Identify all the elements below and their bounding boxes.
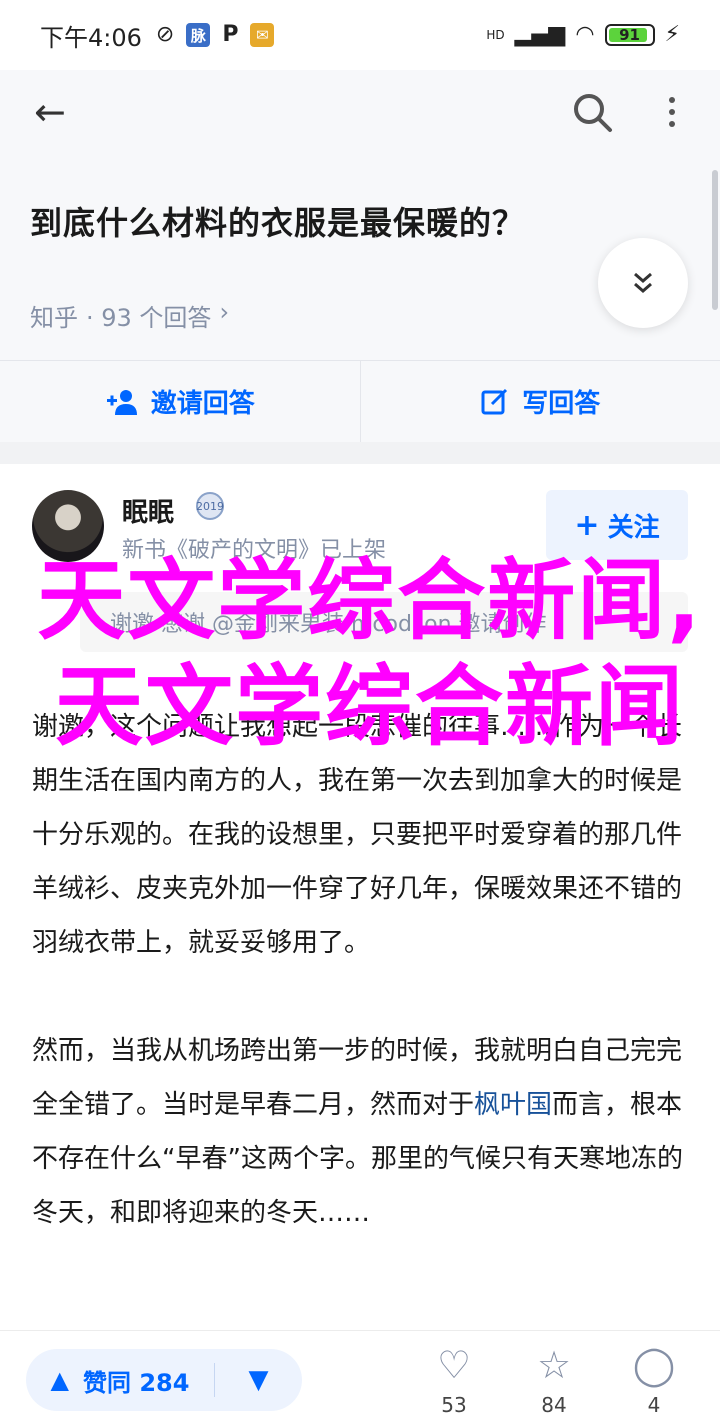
- question-title[interactable]: 到底什么材料的衣服是最保暖的？: [30, 198, 525, 244]
- back-arrow-icon[interactable]: ←: [34, 92, 78, 132]
- message-icon: ✉: [250, 23, 275, 47]
- author-name[interactable]: 眠眠: [122, 492, 174, 529]
- charging-icon: ⚡: [664, 22, 680, 47]
- triangle-down-icon: ▼: [248, 1365, 269, 1395]
- comment-button[interactable]: ◯ 4: [614, 1343, 694, 1417]
- topic-link[interactable]: 枫叶国: [474, 1090, 552, 1120]
- network-type: HD: [486, 28, 505, 42]
- more-options-icon[interactable]: [652, 90, 692, 134]
- edit-icon: [481, 388, 508, 414]
- invite-answer-label: 邀请回答: [150, 389, 255, 419]
- like-count: 53: [441, 1393, 467, 1417]
- question-meta[interactable]: 知乎 · 93 个回答 ›: [30, 298, 229, 333]
- upvote-label: 赞同 284: [83, 1368, 190, 1397]
- status-right-icons: HD ▂▄▆ ◠ 91 ⚡: [486, 24, 680, 46]
- answers-count: · 93 个回答: [86, 304, 212, 332]
- question-header: ← 到底什么材料的衣服是最保暖的？ 知乎 · 93 个回答 ›: [0, 70, 720, 360]
- app-notification-icon: 脉: [186, 23, 211, 47]
- status-time: 下午4:06: [40, 23, 142, 52]
- battery-level: 91: [619, 26, 640, 44]
- battery-icon: 91: [604, 24, 655, 46]
- overlay-watermark-text: 天文学综合新闻,天文学综合新闻: [37, 549, 703, 758]
- favorite-count: 84: [541, 1393, 567, 1417]
- parking-icon: P: [222, 22, 239, 47]
- write-answer-button[interactable]: 写回答: [361, 361, 720, 442]
- chevron-right-icon: ›: [219, 298, 230, 326]
- section-gap: [0, 442, 720, 464]
- comment-bubble-icon: ◯: [632, 1343, 676, 1387]
- status-notification-icons: ⊘ 脉 P ✉: [156, 23, 275, 47]
- comment-count: 4: [647, 1393, 661, 1417]
- status-bar: 下午4:06 ⊘ 脉 P ✉ HD ▂▄▆ ◠ 91 ⚡: [0, 0, 720, 70]
- vote-group: ▲ 赞同 284 ▼: [26, 1349, 302, 1411]
- answer-body[interactable]: 谢邀，这个问题让我想起一段悲催的往事……作为一个长期生活在国内南方的人，我在第一…: [32, 700, 692, 1294]
- signal-icon: ▂▄▆: [514, 22, 566, 47]
- plus-icon: +: [574, 507, 600, 543]
- wifi-icon: ◠: [575, 22, 595, 47]
- expand-chevron-down-icon[interactable]: [598, 238, 688, 328]
- do-not-disturb-icon: ⊘: [155, 22, 175, 47]
- star-icon: ☆: [536, 1343, 572, 1387]
- follow-label: 关注: [607, 512, 660, 543]
- add-user-icon: [106, 389, 137, 415]
- like-button[interactable]: ♡ 53: [414, 1343, 494, 1417]
- bottom-action-bar: ▲ 赞同 284 ▼ ♡ 53 ☆ 84 ◯ 4: [0, 1330, 720, 1427]
- invite-answer-button[interactable]: 邀请回答: [0, 361, 360, 442]
- downvote-button[interactable]: ▼: [215, 1349, 302, 1411]
- upvote-button[interactable]: ▲ 赞同 284: [26, 1349, 214, 1411]
- source-label: 知乎: [30, 304, 78, 332]
- heart-icon: ♡: [436, 1343, 472, 1387]
- author-badge-icon: 2019: [196, 492, 224, 520]
- write-answer-label: 写回答: [522, 389, 601, 419]
- triangle-up-icon: ▲: [50, 1366, 69, 1394]
- app-bar: ←: [0, 70, 720, 152]
- search-icon[interactable]: [570, 90, 614, 134]
- answer-paragraph: 然而，当我从机场跨出第一步的时候，我就明白自己完完全全错了。当时是早春二月，然而…: [32, 1024, 692, 1240]
- question-actions: 邀请回答 写回答: [0, 360, 720, 443]
- favorite-button[interactable]: ☆ 84: [514, 1343, 594, 1417]
- scrollbar-thumb[interactable]: [712, 170, 718, 310]
